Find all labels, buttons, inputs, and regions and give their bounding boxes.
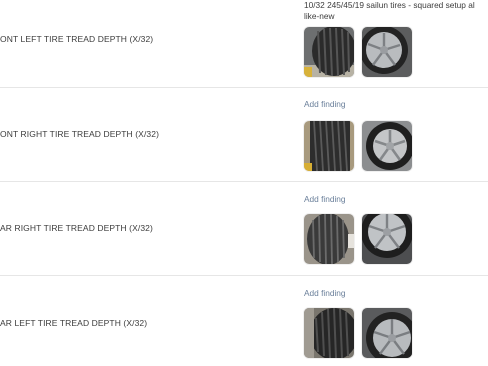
- inspection-page: 10/32 245/45/19 sailun tires - squared s…: [0, 0, 488, 366]
- front-left-tread-photo[interactable]: [304, 27, 354, 77]
- wheel-photo-icon: [362, 27, 412, 77]
- finding-note: 10/32 245/45/19 sailun tires - squared s…: [304, 0, 488, 22]
- front-right-tread-label: ONT RIGHT TIRE TREAD DEPTH (x/32): [0, 129, 160, 139]
- rear-left-wheel-photo[interactable]: [362, 308, 412, 358]
- add-finding-link[interactable]: Add finding: [304, 194, 346, 204]
- add-finding-link[interactable]: Add finding: [304, 99, 346, 109]
- row-divider: [0, 275, 488, 276]
- front-right-wheel-photo[interactable]: [362, 121, 412, 171]
- rear-right-wheel-photo[interactable]: [362, 214, 412, 264]
- front-left-wheel-photo[interactable]: [362, 27, 412, 77]
- tread-photo-icon: [304, 214, 354, 264]
- wheel-photo-icon: [362, 214, 412, 264]
- finding-note-line1: 10/32 245/45/19 sailun tires - squared s…: [304, 0, 475, 10]
- tread-photo-icon: [304, 308, 354, 358]
- tread-photo-icon: [304, 121, 354, 171]
- finding-note-line2: like-new: [304, 11, 335, 21]
- front-left-tread-label: ONT LEFT TIRE TREAD DEPTH (x/32): [0, 34, 154, 44]
- add-finding-link[interactable]: Add finding: [304, 288, 346, 298]
- wheel-photo-icon: [362, 308, 412, 358]
- rear-left-tread-photo[interactable]: [304, 308, 354, 358]
- wheel-photo-icon: [362, 121, 412, 171]
- rear-right-tread-photo[interactable]: [304, 214, 354, 264]
- tread-photo-icon: [304, 27, 354, 77]
- row-divider: [0, 181, 488, 182]
- rear-left-tread-label: AR LEFT TIRE TREAD DEPTH (x/32): [0, 318, 148, 328]
- rear-right-tread-label: AR RIGHT TIRE TREAD DEPTH (x/32): [0, 223, 153, 233]
- row-divider: [0, 87, 488, 88]
- front-right-tread-photo[interactable]: [304, 121, 354, 171]
